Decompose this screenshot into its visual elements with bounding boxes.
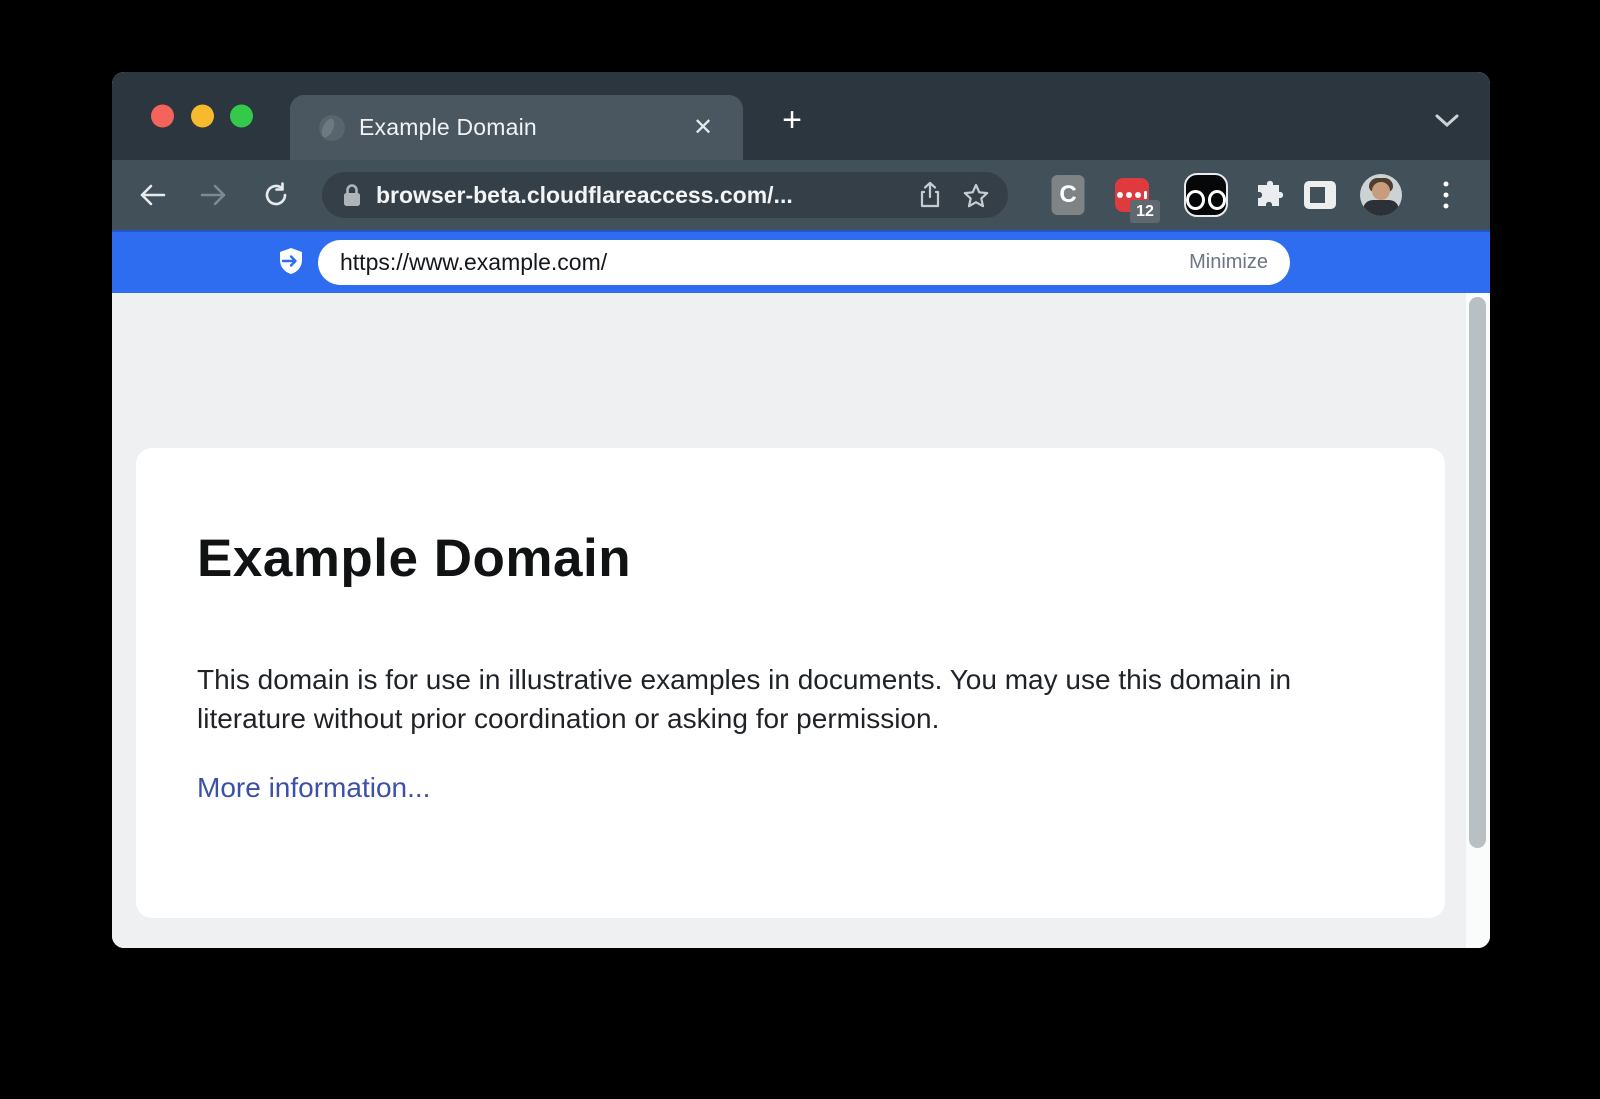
camera-lenses-extension-icon: [1208, 190, 1227, 210]
tab-search-button[interactable]: [1428, 102, 1466, 140]
kebab-menu-icon: [1444, 182, 1449, 187]
bookmark-button[interactable]: [960, 179, 992, 211]
extensions-menu-button[interactable]: [1254, 179, 1286, 211]
forward-button[interactable]: [194, 175, 234, 215]
c-extension-icon: C: [1059, 181, 1076, 209]
tab-close-icon[interactable]: ✕: [687, 112, 719, 144]
tab-title: Example Domain: [359, 114, 687, 141]
avatar-body: [1363, 200, 1399, 216]
chevron-down-icon: [1434, 113, 1460, 129]
remote-url-bar[interactable]: https://www.example.com/ Minimize: [318, 240, 1290, 285]
forward-arrow-icon: [200, 183, 228, 207]
password-dots-extension-icon: [1117, 191, 1147, 199]
side-panel-button[interactable]: [1304, 181, 1336, 209]
remote-url-text: https://www.example.com/: [340, 249, 1189, 276]
address-bar[interactable]: browser-beta.cloudflareaccess.com/...: [322, 172, 1008, 218]
page-title: Example Domain: [197, 528, 631, 589]
page-viewport: Example Domain This domain is for use in…: [112, 293, 1490, 948]
shield-arrow-icon: [276, 246, 306, 276]
back-button[interactable]: [132, 175, 172, 215]
profile-avatar[interactable]: [1360, 174, 1402, 216]
password-extension-button[interactable]: 12: [1115, 178, 1149, 212]
kebab-menu-icon: [1444, 204, 1449, 209]
screenshot-stage: Example Domain ✕ + browser-b: [0, 0, 1600, 1099]
browser-window: Example Domain ✕ + browser-b: [112, 72, 1490, 948]
puzzle-extensions-icon: [1254, 179, 1286, 211]
new-tab-button[interactable]: +: [772, 100, 812, 140]
scrollbar-track[interactable]: [1466, 293, 1490, 948]
toolbar: browser-beta.cloudflareaccess.com/... C …: [112, 160, 1490, 230]
kebab-menu-icon: [1444, 193, 1449, 198]
lock-icon: [342, 183, 362, 207]
traffic-light-zoom-button[interactable]: [230, 105, 253, 128]
minimize-button[interactable]: Minimize: [1189, 251, 1268, 274]
tab-example-domain[interactable]: Example Domain ✕: [290, 95, 743, 160]
example-domain-card: Example Domain This domain is for use in…: [136, 448, 1445, 918]
more-information-link[interactable]: More information...: [197, 772, 430, 804]
avatar-face: [1372, 182, 1390, 200]
share-button[interactable]: [914, 179, 946, 211]
star-icon: [963, 183, 989, 208]
cloudflare-access-bar: https://www.example.com/ Minimize: [112, 230, 1490, 293]
globe-favicon-icon: [319, 115, 345, 141]
url-text: browser-beta.cloudflareaccess.com/...: [376, 182, 914, 209]
camera-lenses-extension-icon: [1186, 190, 1205, 210]
traffic-light-minimize-button[interactable]: [191, 105, 214, 128]
chrome-menu-button[interactable]: [1444, 182, 1449, 209]
scrollbar-thumb[interactable]: [1469, 297, 1486, 848]
plus-icon: +: [782, 101, 802, 140]
extension-count-badge: 12: [1130, 200, 1160, 223]
lenses-extension-button[interactable]: [1184, 173, 1228, 217]
reload-icon: [263, 182, 289, 208]
traffic-light-close-button[interactable]: [151, 105, 174, 128]
tab-strip: Example Domain ✕ +: [112, 72, 1490, 160]
share-icon: [918, 181, 942, 209]
reload-button[interactable]: [256, 175, 296, 215]
page-paragraph: This domain is for use in illustrative e…: [197, 660, 1387, 738]
back-arrow-icon: [138, 183, 166, 207]
c-extension-button[interactable]: C: [1052, 175, 1085, 215]
